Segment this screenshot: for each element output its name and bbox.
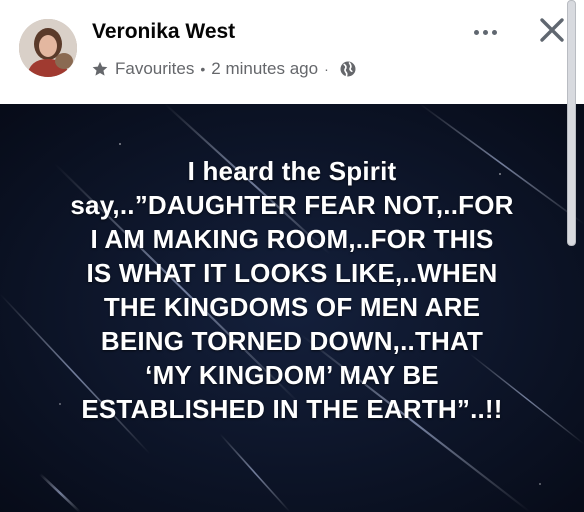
close-icon[interactable]: [538, 16, 566, 44]
meta-separator: •: [200, 61, 206, 77]
scrollbar[interactable]: [567, 0, 576, 246]
more-options-icon-dot: [491, 29, 497, 35]
timestamp-separator: ·: [324, 61, 329, 77]
post-image[interactable]: I heard the Spirit say,..”DAUGHTER FEAR …: [0, 104, 584, 512]
audience-label[interactable]: Favourites: [115, 59, 194, 79]
more-options-icon-dot: [482, 29, 488, 35]
image-text-line: I heard the Spirit: [187, 156, 397, 186]
image-text-line: say,..”DAUGHTER FEAR NOT,..FOR: [70, 190, 514, 220]
globe-icon[interactable]: [339, 60, 357, 78]
author-name[interactable]: Veronika West: [92, 20, 235, 44]
post-meta: Favourites • 2 minutes ago ·: [91, 58, 357, 80]
post-image-text: I heard the Spirit say,..”DAUGHTER FEAR …: [20, 154, 564, 426]
post-header: Veronika West Favourites • 2 minutes ago…: [0, 0, 584, 104]
image-text-line: I AM MAKING ROOM,..FOR THIS: [90, 224, 494, 254]
image-text-line: ‘MY KINGDOM’ MAY BE: [145, 360, 439, 390]
timestamp[interactable]: 2 minutes ago: [211, 59, 318, 79]
image-text-line: ESTABLISHED IN THE EARTH”..!!: [81, 394, 503, 424]
image-text-line: THE KINGDOMS OF MEN ARE: [103, 292, 481, 322]
star-icon: [92, 61, 108, 76]
image-text-line: BEING TORNED DOWN,..THAT: [100, 326, 484, 356]
image-text-line: IS WHAT IT LOOKS LIKE,..WHEN: [86, 258, 498, 288]
avatar[interactable]: [19, 19, 77, 77]
more-options-icon: [473, 29, 479, 35]
more-options-button[interactable]: [467, 22, 503, 42]
